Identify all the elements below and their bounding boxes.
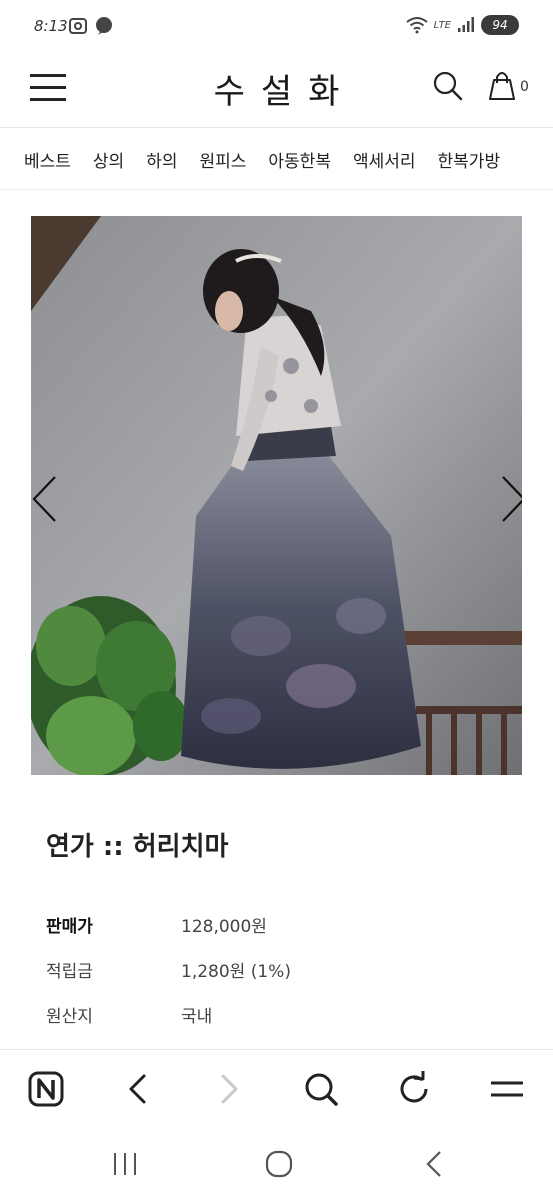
points-row: 적립금 1,280원 (1%) — [46, 957, 506, 1002]
search-icon[interactable] — [432, 70, 464, 102]
system-nav-bar — [0, 1127, 553, 1200]
category-item[interactable]: 아동한복 — [268, 147, 331, 172]
cart-button[interactable]: 0 — [487, 69, 531, 103]
category-item[interactable]: 하의 — [146, 147, 177, 172]
category-item[interactable]: 액세서리 — [353, 147, 416, 172]
price-row: 판매가 128,000원 — [46, 912, 506, 957]
site-header: 수설화 0 — [0, 52, 553, 128]
points-value: 1,280원 (1%) — [181, 962, 291, 982]
status-bar: 8:13 LTE 94 — [0, 0, 553, 52]
search-icon[interactable] — [302, 1070, 340, 1108]
product-photo — [31, 216, 522, 775]
back-icon[interactable] — [118, 1070, 156, 1108]
wifi-icon — [406, 17, 428, 34]
chat-icon — [96, 17, 112, 35]
chevron-right-icon[interactable] — [497, 474, 522, 524]
status-notification-icons — [68, 16, 114, 36]
category-nav: 베스트 상의 하의 원피스 아동한복 액세서리 한복가방 — [0, 128, 553, 190]
status-system-icons: LTE 94 — [406, 15, 519, 35]
category-item[interactable]: 상의 — [93, 147, 124, 172]
category-item[interactable]: 원피스 — [199, 147, 246, 172]
origin-value: 국내 — [181, 1007, 213, 1027]
price-label: 판매가 — [46, 917, 93, 937]
points-label: 적립금 — [46, 962, 93, 982]
battery-level: 94 — [492, 18, 508, 32]
browser-toolbar — [0, 1049, 553, 1127]
site-logo[interactable]: 수설화 — [0, 64, 553, 113]
recents-icon[interactable] — [108, 1147, 142, 1181]
chevron-left-icon[interactable] — [31, 474, 61, 524]
product-name: 연가 :: 허리치마 — [46, 832, 229, 862]
product-image[interactable] — [31, 216, 522, 775]
product-info-table: 판매가 128,000원 적립금 1,280원 (1%) 원산지 국내 — [46, 912, 506, 1047]
price-value: 128,000원 — [181, 917, 267, 937]
battery-icon: 94 — [481, 15, 519, 35]
cart-count: 0 — [520, 79, 529, 95]
status-time: 8:13 — [34, 17, 68, 35]
cart-icon — [489, 72, 515, 100]
refresh-icon[interactable] — [396, 1070, 434, 1108]
gallery-icon — [69, 18, 87, 34]
network-type: LTE — [433, 19, 451, 31]
origin-row: 원산지 국내 — [46, 1002, 506, 1047]
origin-label: 원산지 — [46, 1007, 93, 1027]
home-icon[interactable] — [262, 1147, 296, 1181]
category-item[interactable]: 베스트 — [24, 147, 71, 172]
category-item[interactable]: 한복가방 — [438, 147, 501, 172]
forward-icon — [221, 1074, 238, 1104]
signal-icon — [458, 17, 474, 32]
back-icon[interactable] — [418, 1147, 452, 1181]
menu-icon[interactable] — [488, 1070, 526, 1108]
naver-icon[interactable] — [27, 1070, 65, 1108]
